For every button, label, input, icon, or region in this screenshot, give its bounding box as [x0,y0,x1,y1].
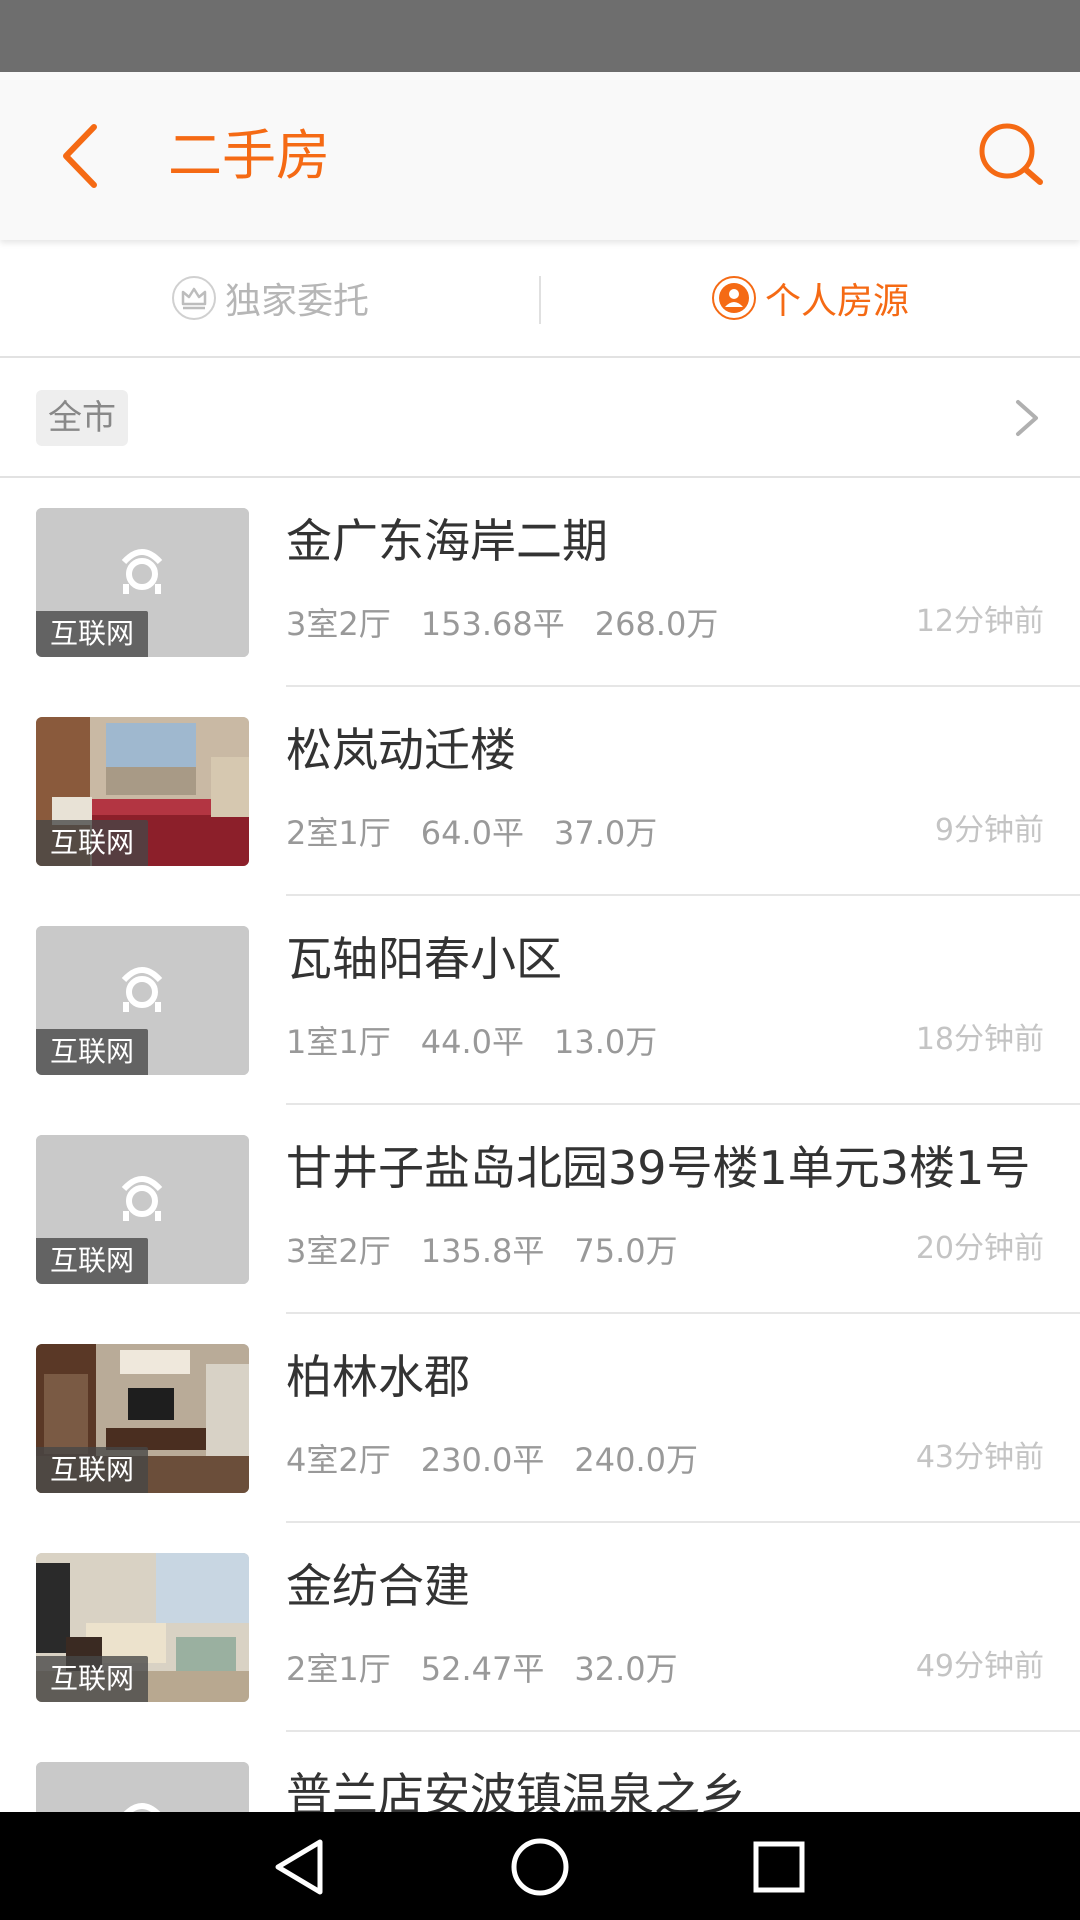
source-badge: 互联网 [36,1447,149,1493]
listing-time: 12分钟前 [915,604,1044,639]
list-item[interactable]: 互联网 松岚动迁楼 2室1厅 64.0平 37.0万 9分钟前 [0,687,1080,896]
listing-title: 金纺合建 [286,1559,470,1613]
listing-thumbnail: 互联网 [36,717,249,866]
back-button[interactable] [40,116,120,196]
list-item[interactable]: 普兰店安波镇温泉之乡 [0,1732,1080,1812]
listing-title: 金广东海岸二期 [286,514,608,568]
list-item[interactable]: 互联网 柏林水郡 4室2厅 230.0平 240.0万 43分钟前 [0,1314,1080,1523]
list-item[interactable]: 互联网 金广东海岸二期 3室2厅 153.68平 268.0万 12分钟前 [0,478,1080,687]
listing-meta: 4室2厅 230.0平 240.0万 [286,1440,698,1480]
listing-price: 268.0万 [594,605,719,643]
tab-personal[interactable]: 个人房源 [540,240,1080,356]
listing-meta: 2室1厅 52.47平 32.0万 [286,1649,678,1689]
listing-title: 普兰店安波镇温泉之乡 [286,1768,746,1812]
source-badge: 互联网 [36,820,149,866]
search-button[interactable] [972,116,1052,196]
source-tabs: 独家委托 个人房源 [0,240,1080,358]
list-item[interactable]: 互联网 甘井子盐岛北园39号楼1单元3楼1号 3室2厅 135.8平 75.0万 2… [0,1105,1080,1314]
listing-meta: 3室2厅 135.8平 75.0万 [286,1231,678,1271]
chevron-right-icon [1016,400,1038,436]
listing-meta: 3室2厅 153.68平 268.0万 [286,604,718,644]
listing-title: 甘井子盐岛北园39号楼1单元3楼1号 [286,1141,1031,1195]
source-badge: 互联网 [36,1656,149,1702]
listing-meta: 2室1厅 64.0平 37.0万 [286,813,657,853]
listing-thumbnail [36,1762,249,1812]
tab-exclusive[interactable]: 独家委托 [0,240,540,356]
listing-thumbnail: 互联网 [36,1135,249,1284]
tab-divider [539,276,541,324]
status-bar [0,0,1080,72]
listing-area: 135.8平 [420,1232,545,1270]
list-item[interactable]: 互联网 瓦轴阳春小区 1室1厅 44.0平 13.0万 18分钟前 [0,896,1080,1105]
listing-price: 75.0万 [574,1232,678,1270]
listing-layout: 2室1厅 [286,814,391,852]
crown-icon [171,276,216,320]
search-icon [979,123,1043,185]
listing-layout: 3室2厅 [286,605,391,643]
listing-area: 44.0平 [420,1023,524,1061]
listing-price: 13.0万 [554,1023,658,1061]
listing-time: 20分钟前 [915,1231,1044,1266]
list-item[interactable]: 互联网 金纺合建 2室1厅 52.47平 32.0万 49分钟前 [0,1523,1080,1732]
listing-title: 柏林水郡 [286,1350,470,1404]
listing-time: 43分钟前 [915,1440,1044,1475]
listing-price: 37.0万 [554,814,658,852]
app-bar: 二手房 [0,72,1080,240]
page-title: 二手房 [168,124,330,187]
listing-layout: 2室1厅 [286,1650,391,1688]
listing-price: 32.0万 [574,1650,678,1688]
source-badge: 互联网 [36,611,149,657]
listing-layout: 4室2厅 [286,1441,391,1479]
listing-thumbnail: 互联网 [36,1553,249,1702]
listing-area: 230.0平 [420,1441,545,1479]
listing-title: 松岚动迁楼 [286,723,516,777]
listing-title: 瓦轴阳春小区 [286,932,562,986]
chevron-left-icon [63,124,97,188]
circle-home-icon[interactable] [505,1832,575,1902]
area-filter[interactable]: 全市 [0,358,1080,478]
listing-area: 52.47平 [420,1650,545,1688]
square-recents-icon[interactable] [744,1832,814,1902]
source-badge: 互联网 [36,1238,149,1284]
listing-list[interactable]: 互联网 金广东海岸二期 3室2厅 153.68平 268.0万 12分钟前 互联网 … [0,478,1080,1812]
listing-thumbnail: 互联网 [36,508,249,657]
triangle-back-icon[interactable] [266,1832,336,1902]
placeholder-logo-icon [36,1762,249,1812]
listing-layout: 1室1厅 [286,1023,391,1061]
area-chip: 全市 [36,390,128,446]
tab-personal-label: 个人房源 [764,281,909,322]
system-nav-bar [0,1812,1080,1920]
listing-area: 64.0平 [420,814,524,852]
listing-time: 18分钟前 [915,1022,1044,1057]
listing-meta: 1室1厅 44.0平 13.0万 [286,1022,657,1062]
listing-time: 49分钟前 [915,1649,1044,1684]
tab-exclusive-label: 独家委托 [224,281,369,322]
listing-thumbnail: 互联网 [36,926,249,1075]
listing-thumbnail: 互联网 [36,1344,249,1493]
listing-layout: 3室2厅 [286,1232,391,1270]
listing-area: 153.68平 [420,605,565,643]
listing-price: 240.0万 [574,1441,698,1479]
listing-time: 9分钟前 [934,813,1044,848]
source-badge: 互联网 [36,1029,149,1075]
person-icon [711,276,756,320]
